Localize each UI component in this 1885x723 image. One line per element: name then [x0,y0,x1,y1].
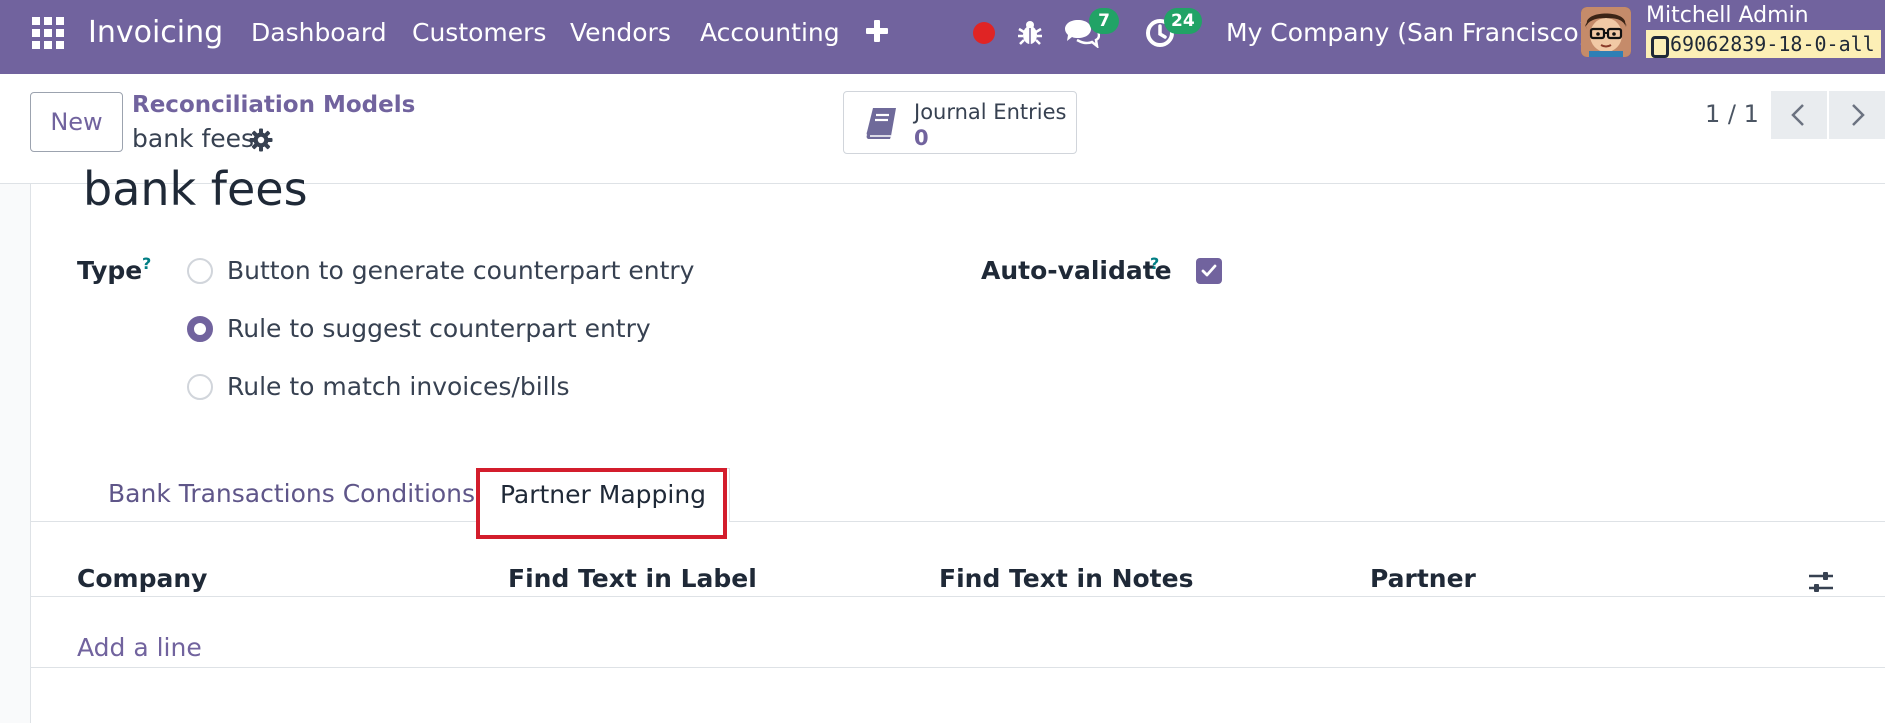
database-name-badge: 69062839-18-0-all [1646,30,1881,58]
top-navbar: Invoicing Dashboard Customers Vendors Ac… [0,0,1885,74]
activities-badge: 24 [1164,8,1202,34]
bug-icon[interactable] [1017,19,1043,47]
menu-customers[interactable]: Customers [412,0,546,66]
radio-label-suggest[interactable]: Rule to suggest counterpart entry [227,314,651,343]
optional-columns-icon[interactable] [1807,568,1835,596]
record-title[interactable]: bank fees [83,162,308,216]
radio-label-match[interactable]: Rule to match invoices/bills [227,372,570,401]
menu-vendors[interactable]: Vendors [570,0,671,66]
column-header-partner[interactable]: Partner [1370,564,1476,593]
pager-previous-button[interactable] [1771,91,1827,139]
column-header-find-text-notes[interactable]: Find Text in Notes [939,564,1193,593]
smart-button-label: Journal Entries [914,100,1067,124]
plus-icon[interactable] [866,20,888,42]
book-icon [866,108,896,139]
user-name[interactable]: Mitchell Admin [1646,3,1809,28]
user-avatar[interactable] [1581,7,1631,57]
radio-button-generate[interactable] [187,258,213,284]
type-help-icon[interactable]: ? [142,254,151,273]
gear-icon[interactable] [249,128,273,152]
radio-rule-suggest[interactable] [187,316,213,342]
auto-validate-help-icon[interactable]: ? [1150,254,1159,273]
new-button[interactable]: New [30,92,123,152]
journal-entries-smart-button[interactable]: Journal Entries 0 [843,91,1077,154]
form-sheet: bank fees Type ? Button to generate coun… [30,162,1885,723]
app-grid-icon[interactable] [32,17,64,49]
tab-bank-transactions-conditions[interactable]: Bank Transactions Conditions [108,468,475,522]
breadcrumb-current: bank fees [132,124,255,153]
highlight-annotation [476,468,727,539]
type-label: Type [77,256,143,285]
record-icon[interactable] [973,22,995,44]
chevron-left-icon [1791,104,1804,126]
company-switcher[interactable]: My Company (San Francisco) [1226,0,1588,66]
header-divider [31,596,1885,597]
chevron-right-icon [1852,104,1865,126]
radio-label-generate[interactable]: Button to generate counterpart entry [227,256,694,285]
menu-accounting[interactable]: Accounting [700,0,840,66]
pager-value[interactable]: 1 / 1 [1705,100,1759,128]
column-header-company[interactable]: Company [77,564,207,593]
checkmark-icon [1201,264,1217,277]
auto-validate-label: Auto-validate [981,256,1172,285]
app-name[interactable]: Invoicing [88,0,223,66]
column-header-find-text-label[interactable]: Find Text in Label [508,564,757,593]
smart-button-count: 0 [914,126,929,150]
radio-rule-match[interactable] [187,374,213,400]
auto-validate-checkbox[interactable] [1196,258,1222,284]
add-a-line-link[interactable]: Add a line [77,633,202,662]
breadcrumb-parent[interactable]: Reconciliation Models [132,92,415,118]
pager-next-button[interactable] [1829,91,1885,139]
notebook: Bank Transactions Conditions Partner Map… [31,468,1885,723]
messages-badge: 7 [1089,8,1119,34]
menu-dashboard[interactable]: Dashboard [251,0,387,66]
row-divider [31,667,1885,668]
